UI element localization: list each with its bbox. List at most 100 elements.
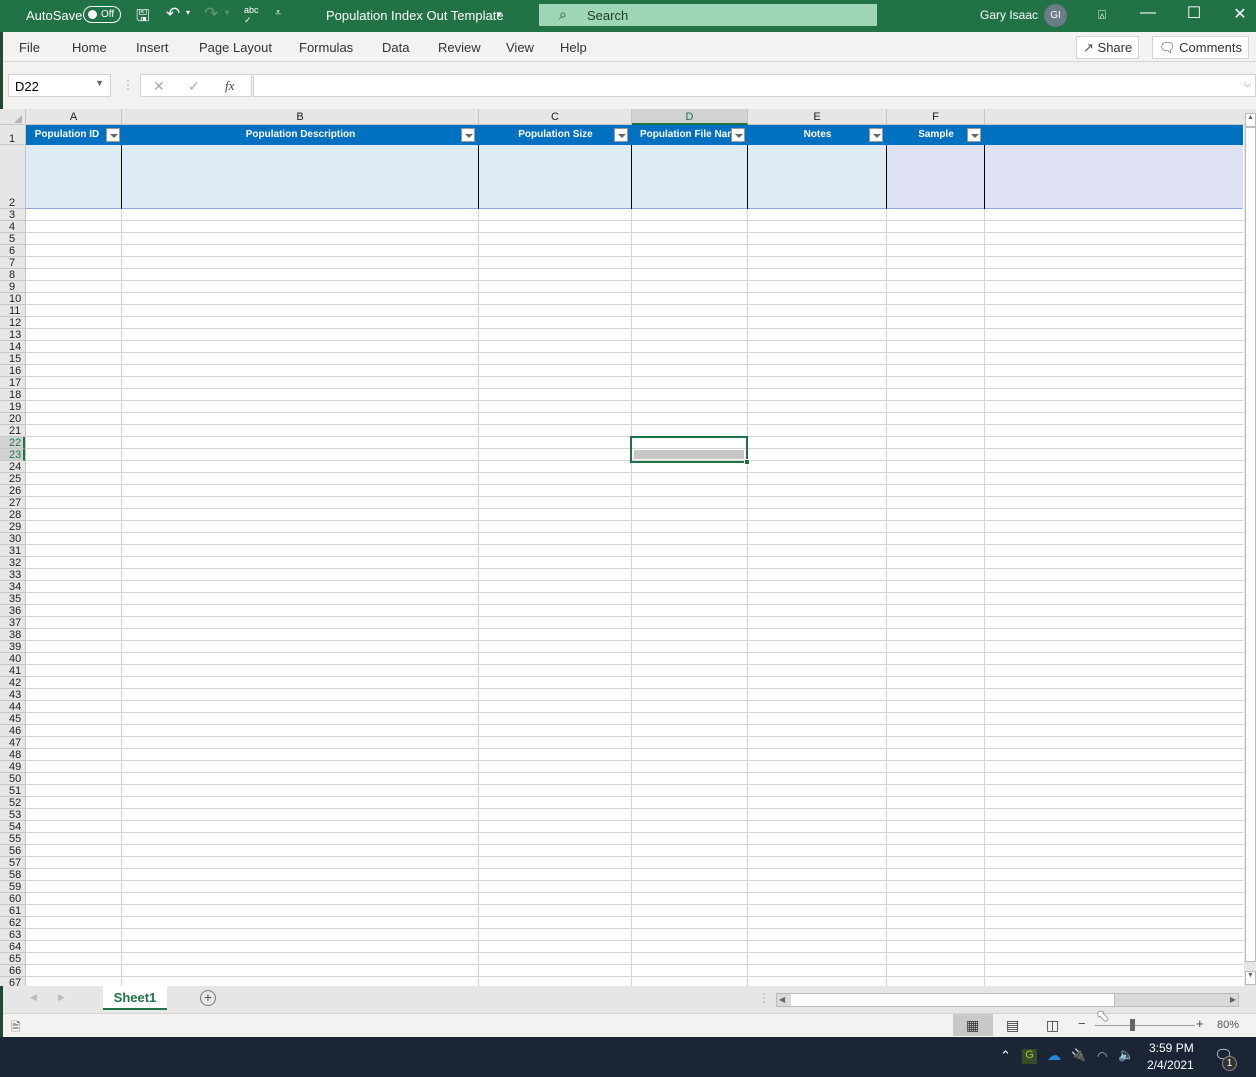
formula-input[interactable]: ⌵ [253, 74, 1256, 97]
row-header-28[interactable]: 28 [0, 509, 25, 521]
row-header-59[interactable]: 59 [0, 881, 25, 893]
column-header-f[interactable]: F [887, 109, 985, 125]
share-button[interactable]: ↗ Share [1076, 36, 1140, 59]
filter-dropdown-icon[interactable] [106, 128, 120, 142]
tab-insert[interactable]: Insert [136, 40, 169, 55]
app-tray-icon[interactable]: G [1022, 1049, 1037, 1064]
tab-view[interactable]: View [506, 40, 534, 55]
clock-time[interactable]: 3:59 PM [1149, 1041, 1194, 1055]
sample-cell[interactable] [887, 145, 985, 208]
row-header-41[interactable]: 41 [0, 665, 25, 677]
row-header-45[interactable]: 45 [0, 713, 25, 725]
battery-icon[interactable]: 🔌 [1071, 1048, 1086, 1062]
cancel-icon[interactable]: ✕ [153, 78, 165, 95]
row-header-49[interactable]: 49 [0, 761, 25, 773]
document-title[interactable]: Population Index Out Template [326, 8, 504, 23]
zoom-slider-thumb[interactable] [1130, 1019, 1135, 1031]
drag-handle-icon[interactable]: ⋮ [122, 78, 134, 92]
row-header-27[interactable]: 27 [0, 497, 25, 509]
worksheet-grid[interactable]: A B C D E F 1 2 3 4 5 6 7 8 9 10 11 12 13 14 15 16 17 18 1… [0, 109, 1244, 986]
row-header-32[interactable]: 32 [0, 557, 25, 569]
minimize-icon[interactable]: — [1133, 4, 1163, 22]
row-header-48[interactable]: 48 [0, 749, 25, 761]
horizontal-scrollbar[interactable]: ◀ ▶ [776, 993, 1239, 1007]
header-population-file-name[interactable]: Population File Nam [633, 125, 735, 145]
customize-toolbar-icon[interactable]: ⩡ [275, 7, 281, 20]
row-header-54[interactable]: 54 [0, 821, 25, 833]
row-header-42[interactable]: 42 [0, 677, 25, 689]
row-header-21[interactable]: 21 [0, 425, 25, 437]
row-header-30[interactable]: 30 [0, 533, 25, 545]
row-header-37[interactable]: 37 [0, 617, 25, 629]
normal-view-button[interactable]: ▦ [953, 1014, 993, 1036]
table-data-row[interactable] [26, 145, 1243, 209]
comments-button[interactable]: 🗨 Comments [1152, 36, 1249, 59]
row-header-46[interactable]: 46 [0, 725, 25, 737]
row-header-1[interactable]: 1 [0, 125, 25, 145]
save-icon[interactable]: 🖫 [136, 5, 150, 32]
row-header-6[interactable]: 6 [0, 245, 25, 257]
row-header-5[interactable]: 5 [0, 233, 25, 245]
row-header-13[interactable]: 13 [0, 329, 25, 341]
row-header-55[interactable]: 55 [0, 833, 25, 845]
select-all-button[interactable] [0, 109, 26, 125]
row-header-19[interactable]: 19 [0, 401, 25, 413]
filter-dropdown-icon[interactable] [869, 128, 883, 142]
row-header-35[interactable]: 35 [0, 593, 25, 605]
macro-record-icon[interactable]: 🖹 [11, 1018, 21, 1039]
page-layout-view-icon[interactable]: ▤ [1006, 1017, 1019, 1034]
filter-dropdown-icon[interactable] [461, 128, 475, 142]
zoom-in-icon[interactable]: + [1196, 1016, 1204, 1031]
tab-home[interactable]: Home [72, 40, 107, 55]
row-header-25[interactable]: 25 [0, 473, 25, 485]
row-header-22[interactable]: 22 [0, 437, 25, 449]
row-header-38[interactable]: 38 [0, 629, 25, 641]
tab-page-layout[interactable]: Page Layout [199, 40, 272, 55]
volume-icon[interactable]: 🔈 [1118, 1047, 1134, 1063]
column-header-e[interactable]: E [748, 109, 887, 125]
header-notes[interactable]: Notes [748, 125, 887, 145]
onedrive-icon[interactable]: ☁ [1047, 1047, 1061, 1064]
insert-function-icon[interactable]: fx [225, 78, 234, 94]
row-header-67[interactable]: 67 [0, 977, 25, 987]
column-header-d[interactable]: D [632, 109, 748, 125]
vertical-scrollbar[interactable]: ▲ ▼ [1244, 109, 1256, 986]
row-header-16[interactable]: 16 [0, 365, 25, 377]
add-sheet-icon[interactable]: + [200, 990, 216, 1006]
row-header-7[interactable]: 7 [0, 257, 25, 269]
tab-review[interactable]: Review [438, 40, 481, 55]
split-handle-icon[interactable]: ⋮ [758, 991, 770, 1005]
column-header-a[interactable]: A [26, 109, 122, 125]
page-break-view-icon[interactable]: ◫ [1046, 1017, 1059, 1034]
tab-help[interactable]: Help [560, 40, 587, 55]
name-box[interactable]: D22 ▼ [8, 74, 111, 97]
header-population-description[interactable]: Population Description [122, 125, 479, 145]
row-header-60[interactable]: 60 [0, 893, 25, 905]
selected-cell-d22[interactable] [630, 436, 750, 465]
clock-date[interactable]: 2/4/2021 [1147, 1058, 1194, 1072]
expand-formula-icon[interactable]: ⌵ [1244, 79, 1251, 90]
scroll-right-icon[interactable]: ▶ [1230, 995, 1236, 1004]
scroll-up-icon[interactable]: ▲ [1245, 113, 1256, 127]
zoom-slider[interactable] [1095, 1025, 1195, 1026]
row-header-23[interactable]: 23 [0, 449, 25, 461]
row-header-65[interactable]: 65 [0, 953, 25, 965]
row-header-29[interactable]: 29 [0, 521, 25, 533]
autosave-toggle[interactable]: Off [83, 6, 121, 23]
search-box[interactable]: ⌕ Search [539, 4, 877, 26]
row-header-24[interactable]: 24 [0, 461, 25, 473]
row-header-33[interactable]: 33 [0, 569, 25, 581]
row-header-40[interactable]: 40 [0, 653, 25, 665]
row-header-56[interactable]: 56 [0, 845, 25, 857]
row-header-17[interactable]: 17 [0, 377, 25, 389]
row-header-36[interactable]: 36 [0, 605, 25, 617]
row-header-10[interactable]: 10 [0, 293, 25, 305]
row-header-3[interactable]: 3 [0, 209, 25, 221]
ribbon-display-icon[interactable]: ⍓ [1087, 7, 1117, 23]
row-header-34[interactable]: 34 [0, 581, 25, 593]
row-header-58[interactable]: 58 [0, 869, 25, 881]
row-header-11[interactable]: 11 [0, 305, 25, 317]
row-header-61[interactable]: 61 [0, 905, 25, 917]
chevron-down-icon[interactable]: ▼ [95, 78, 104, 88]
row-header-44[interactable]: 44 [0, 701, 25, 713]
